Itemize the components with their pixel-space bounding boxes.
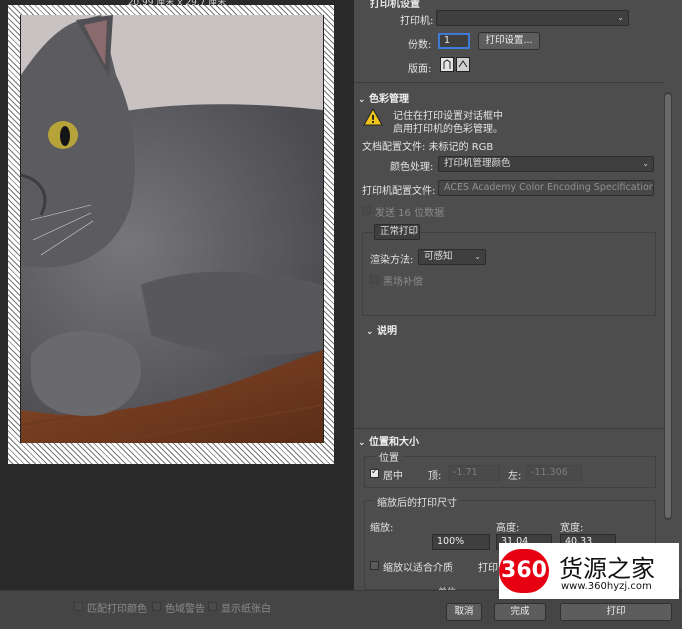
done-button[interactable]: 完成 [494, 603, 546, 621]
black-point-label: 黑场补偿 [383, 277, 423, 288]
scale-label: 缩放: [370, 523, 394, 534]
position-size-title: 位置和大小 [369, 437, 420, 448]
section-divider [354, 428, 664, 429]
fit-media-checkbox[interactable] [370, 561, 379, 570]
top-label: 顶: [428, 471, 442, 482]
send-16bit-checkbox[interactable] [362, 206, 371, 215]
watermark-title: 货源之家 [559, 555, 655, 583]
printer-setup-section-title: 打印机设置 [370, 0, 420, 10]
show-paper-white-label: 显示纸张白 [221, 604, 271, 615]
rendering-intent-select[interactable]: 可感知 ⌄ [418, 249, 486, 265]
center-label: 居中 [383, 471, 403, 482]
print-button[interactable]: 打印 [560, 603, 672, 621]
chevron-down-icon: ⌄ [474, 252, 481, 261]
preview-pane: 20.99 厘米 x 29.7 厘米 [0, 0, 354, 590]
section-divider [354, 82, 664, 83]
center-checkbox[interactable] [370, 467, 379, 478]
cat-photo-image [21, 15, 323, 443]
print-settings-button[interactable]: 打印设置... [478, 32, 540, 50]
height-label: 高度: [496, 523, 520, 534]
color-management-title: 色彩管理 [369, 94, 410, 105]
printer-profile-label: 打印机配置文件: [362, 186, 436, 197]
rendering-intent-label: 渲染方法: [370, 255, 414, 266]
top-input[interactable]: -1.71 [448, 465, 500, 481]
warning-line-2: 启用打印机的色彩管理。 [393, 124, 503, 135]
copies-label: 份数: [408, 40, 432, 51]
cancel-button[interactable]: 取消 [446, 603, 482, 621]
svg-text:!: ! [370, 113, 375, 126]
landscape-layout-icon[interactable] [456, 57, 470, 72]
copies-input[interactable]: 1 [438, 33, 470, 49]
scale-input[interactable]: 100% [432, 534, 490, 550]
360-logo-badge: 360 [499, 549, 549, 593]
description-title: 说明 [377, 326, 398, 337]
cat-photo-preview[interactable] [20, 15, 324, 443]
printer-label: 打印机: [400, 16, 434, 27]
color-handling-label: 颜色处理: [390, 162, 434, 173]
width-label: 宽度: [560, 523, 584, 534]
match-colors-checkbox[interactable] [74, 602, 83, 611]
color-management-toggle[interactable]: ⌄ 色彩管理 [358, 90, 409, 105]
position-size-toggle[interactable]: ⌄ 位置和大小 [358, 433, 419, 448]
printer-profile-select[interactable]: ACES Academy Color Encoding Specificatio… [438, 180, 654, 196]
position-group-title: 位置 [376, 449, 402, 464]
gamut-warning-label: 色域警告 [165, 604, 205, 615]
rendering-intent-value: 可感知 [424, 251, 453, 262]
description-toggle[interactable]: ⌄ 说明 [366, 322, 397, 337]
gamut-warning-checkbox[interactable] [152, 602, 161, 611]
color-handling-select[interactable]: 打印机管理颜色 ⌄ [438, 156, 654, 172]
black-point-checkbox[interactable] [370, 275, 379, 284]
normal-print-select[interactable]: 正常打印 ⌄ [374, 224, 420, 240]
portrait-layout-icon[interactable] [440, 57, 454, 72]
document-profile-text: 文档配置文件: 未标记的 RGB [362, 142, 494, 153]
scaled-size-title: 缩放后的打印尺寸 [374, 494, 460, 509]
show-paper-white-checkbox[interactable] [208, 602, 217, 611]
warning-icon: ! [363, 107, 383, 129]
color-handling-value: 打印机管理颜色 [444, 158, 511, 169]
chevron-down-icon: ⌄ [642, 159, 649, 168]
chevron-down-icon: ⌄ [366, 327, 374, 337]
chevron-down-icon: ⌄ [358, 95, 366, 105]
left-label: 左: [508, 471, 522, 482]
scrollbar-thumb[interactable] [665, 94, 671, 518]
watermark-url: www.360hyzj.com [561, 581, 652, 592]
watermark-logo: 360 货源之家 www.360hyzj.com [499, 543, 679, 599]
printer-profile-value: ACES Academy Color Encoding Specificatio… [444, 182, 654, 193]
chevron-down-icon: ⌄ [408, 227, 415, 236]
left-input[interactable]: -11.306 [526, 465, 582, 481]
chevron-down-icon: ⌄ [617, 13, 624, 22]
printer-select[interactable]: ⌄ [436, 10, 629, 26]
send-16bit-label: 发送 16 位数据 [375, 208, 445, 219]
chevron-down-icon: ⌄ [358, 438, 366, 448]
layout-label: 版面: [408, 64, 432, 75]
fit-media-label: 缩放以适合介质 [383, 563, 453, 574]
match-colors-label: 匹配打印颜色 [87, 604, 147, 615]
